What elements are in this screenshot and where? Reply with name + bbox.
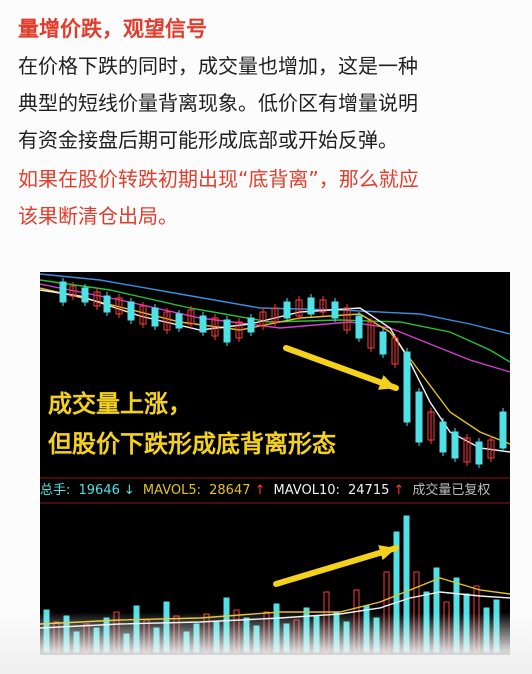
legend-total-label: 总手: (40, 483, 75, 498)
annotation-arrow-head (378, 375, 396, 390)
paragraph-2-line: 如果在股价转跌初期出现“底背离”，那么就应 (18, 167, 419, 191)
candle-body (283, 301, 291, 319)
candle-body (415, 391, 423, 443)
candle-body (151, 307, 159, 327)
bottom-fade (0, 612, 532, 674)
up-arrow-icon: ↑ (393, 483, 405, 498)
volume-legend: 总手: 19646 ↓ MAVOL5: 28647 ↑ MAVOL10: 24715… (40, 480, 510, 502)
chart-annotation-line-2: 但股价下跌形成底背离形态 (48, 430, 336, 458)
paragraph-1-line: 典型的短线价量背离现象。低价区有增量说明 (18, 91, 418, 115)
legend-mavol10-label: MAVOL10: (273, 483, 345, 498)
annotation-arrow (273, 545, 399, 587)
legend-mavol10-value: 24715 (348, 483, 390, 498)
candle-body (247, 317, 255, 333)
article: 量增价跌，观望信号 在价格下跌的同时，成交量也增加，这是一种 典型的短线价量背离… (18, 14, 518, 235)
legend-mavol5-value: 28647 (209, 483, 251, 498)
candle-body (403, 351, 411, 423)
paragraph-1-line: 有资金接盘后期可能形成底部或开始反弹。 (18, 128, 398, 152)
article-paragraph-2: 如果在股价转跌初期出现“底背离”，那么就应 该果断清仓出局。 (18, 161, 518, 235)
candle-body (199, 315, 207, 333)
down-arrow-icon: ↓ (123, 483, 135, 498)
candle-body (103, 295, 111, 313)
candle-body (175, 313, 183, 329)
chart-annotation-line-1: 成交量上涨， (48, 390, 192, 418)
candle-body (127, 301, 135, 321)
candle-body (451, 431, 459, 459)
stock-chart-image: 成交量上涨， 但股价下跌形成底背离形态 总手: 19646 ↓ MAVOL5: 2… (40, 272, 510, 655)
candle-body (355, 315, 363, 339)
candle-body (439, 421, 447, 453)
paragraph-2-line: 该果断清仓出局。 (18, 204, 178, 228)
paragraph-1-line: 在价格下跌的同时，成交量也增加，这是一种 (18, 54, 418, 78)
candle-body (59, 281, 67, 303)
candle-body (81, 287, 89, 303)
article-paragraph-1: 在价格下跌的同时，成交量也增加，这是一种 典型的短线价量背离现象。低价区有增量说… (18, 48, 518, 159)
chart-graphics (40, 273, 510, 653)
legend-status: 成交量已复权 (412, 483, 491, 498)
legend-mavol5-label: MAVOL5: (142, 483, 206, 498)
article-heading: 量增价跌，观望信号 (18, 17, 207, 41)
legend-total-value: 19646 (78, 483, 120, 498)
candle-body (223, 319, 231, 343)
candle-body (331, 301, 339, 319)
candle-body (499, 411, 507, 449)
candle-body (379, 331, 387, 355)
candle-body (475, 441, 483, 465)
candle-body (307, 297, 315, 315)
up-arrow-icon: ↑ (254, 483, 266, 498)
